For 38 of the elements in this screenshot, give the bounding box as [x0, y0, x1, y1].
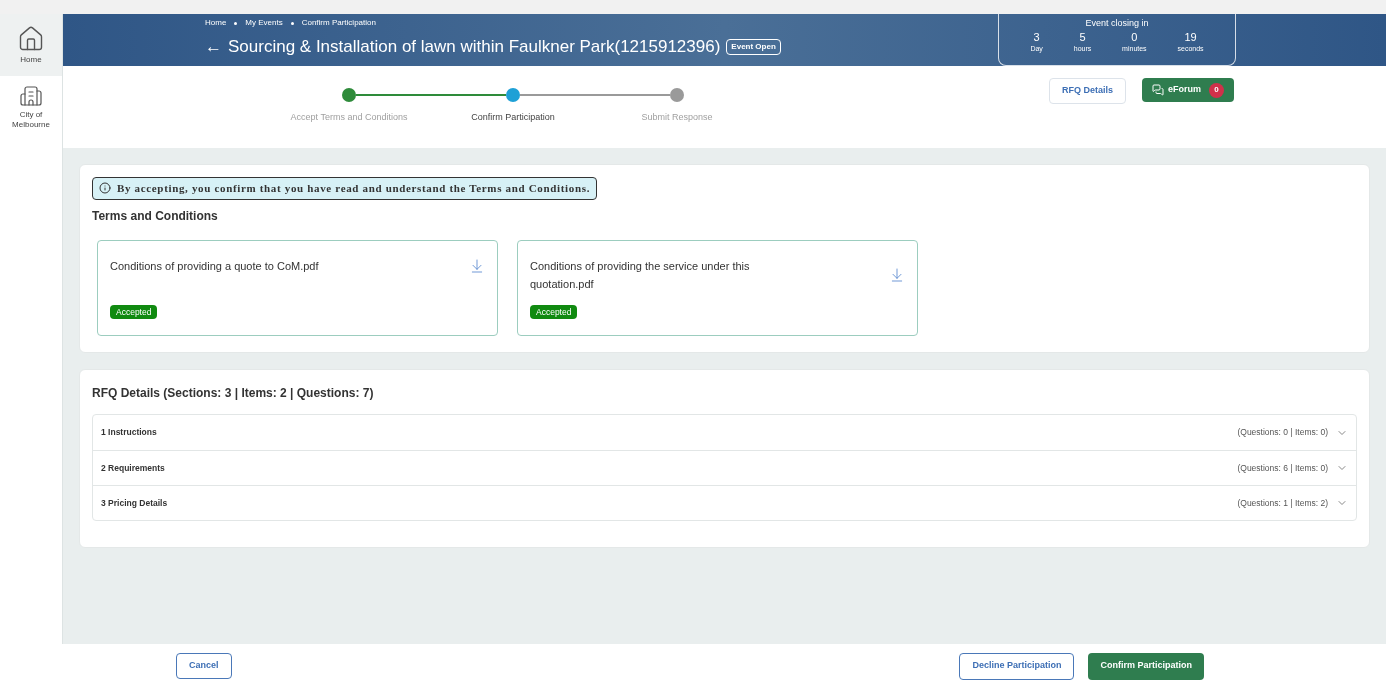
section-title: RFQ Details (Sections: 3 | Items: 2 | Questions: 7)	[92, 385, 375, 403]
countdown-value: 0	[1131, 30, 1138, 45]
step-label: Accept Terms and Conditions	[290, 111, 408, 124]
sidebar-item[interactable]: Home	[0, 14, 62, 76]
document-name: Conditions of providing the service under this quotation.pdf	[530, 259, 751, 293]
chat-icon	[1152, 84, 1164, 96]
countdown-value: 19	[1184, 30, 1197, 45]
back-button[interactable]: ←	[205, 38, 222, 56]
breadcrumb-separator	[234, 21, 238, 25]
info-icon	[99, 182, 111, 195]
count-badge: 0	[1209, 82, 1224, 98]
accordion-row[interactable]: 2 Requirements (Questions: 6 | Items: 0)	[93, 450, 1356, 486]
status-badge: Event Open	[726, 38, 781, 55]
confirm-button[interactable]: Confirm Participation	[1088, 652, 1204, 680]
page-title: Sourcing & Installation of lawn within Faulkner Park(1215912396)	[228, 36, 721, 58]
section-title: Terms and Conditions	[92, 208, 219, 226]
countdown-value: 3	[1033, 30, 1040, 45]
accordion-row[interactable]: 3 Pricing Details (Questions: 1 | Items: 2)	[93, 485, 1356, 521]
eforum-button[interactable]: eForum 0	[1142, 78, 1234, 102]
document-name: Conditions of providing a quote to CoM.pdf	[110, 259, 320, 275]
breadcrumb-link[interactable]: Home	[205, 17, 227, 29]
breadcrumb-link[interactable]: Confirm Participation	[301, 17, 376, 29]
accordion-row[interactable]: 1 Instructions (Questions: 0 | Items: 0)	[93, 415, 1356, 451]
home-icon	[17, 25, 45, 53]
download-icon[interactable]	[469, 257, 485, 276]
countdown-title: Event closing in	[1085, 17, 1149, 30]
notice-text: By accepting, you confirm that you have read and understand the Terms and Conditions.	[117, 181, 591, 196]
countdown-value: 5	[1079, 30, 1086, 45]
building-icon	[19, 84, 43, 108]
breadcrumb-separator	[290, 21, 294, 25]
breadcrumb-link[interactable]: My Events	[245, 17, 283, 29]
step-label: Submit Response	[641, 111, 713, 124]
accepted-badge: Accepted	[110, 304, 158, 320]
step-label: Confirm Participation	[471, 111, 555, 124]
accepted-badge: Accepted	[530, 304, 578, 320]
decline-button[interactable]: Decline Participation	[959, 652, 1075, 680]
cancel-button[interactable]: Cancel	[176, 653, 232, 679]
rfq-details-button[interactable]: RFQ Details	[1048, 78, 1126, 104]
